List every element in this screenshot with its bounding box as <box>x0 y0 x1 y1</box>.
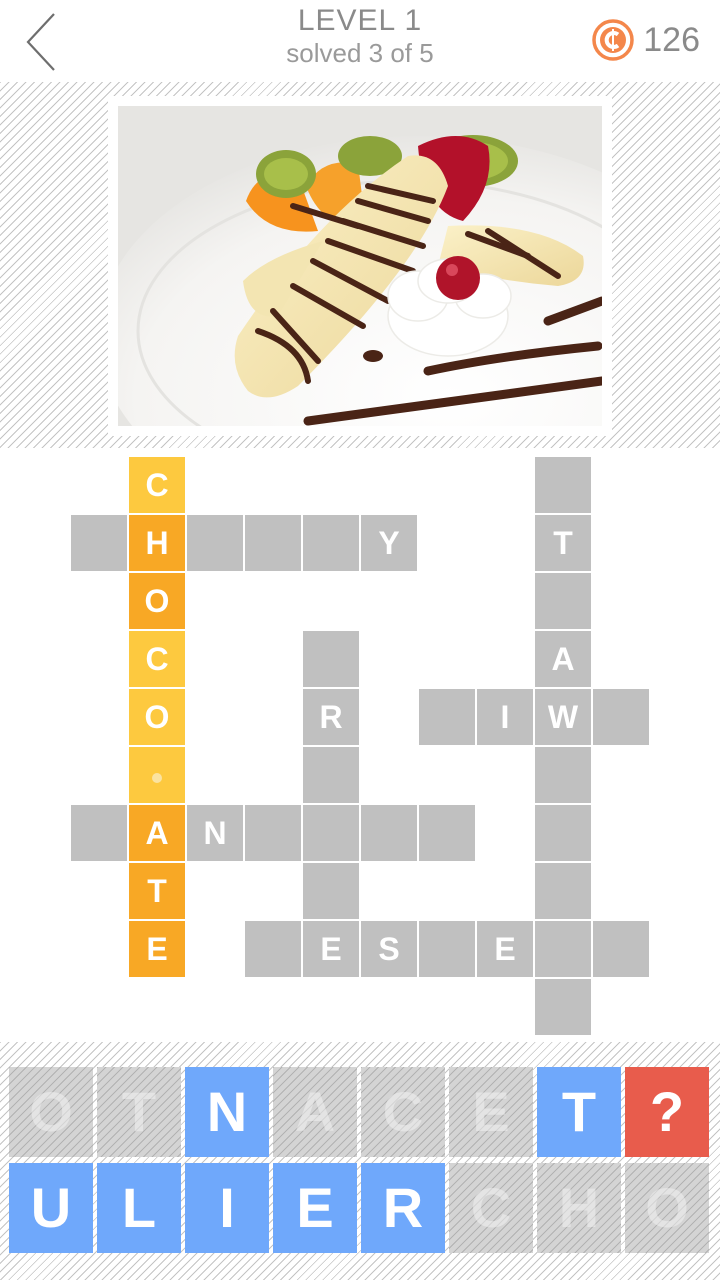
crossword-cell-r4-c7[interactable]: I <box>477 689 533 745</box>
cell-letter: T <box>147 873 167 909</box>
cursor-dot <box>152 772 162 783</box>
coin-balance[interactable]: 126 <box>591 16 700 64</box>
crossword-cell-r4-c8[interactable]: W <box>535 689 591 745</box>
cell-letter: E <box>494 931 516 967</box>
letter-tile[interactable]: A <box>273 1067 357 1157</box>
crossword-cell-r5-c8[interactable] <box>535 747 591 803</box>
crossword-cell-r8-c9[interactable] <box>593 921 649 977</box>
crossword-cell-r2-c1[interactable]: O <box>129 573 185 629</box>
cell-letter: I <box>500 699 510 735</box>
crossword-cell-r3-c4[interactable] <box>303 631 359 687</box>
cell-letter: T <box>553 525 573 561</box>
crossword-cell-r4-c4[interactable]: R <box>303 689 359 745</box>
letter-tile[interactable]: R <box>361 1163 445 1253</box>
crossword-cell-r6-c3[interactable] <box>245 805 301 861</box>
crossword-cell-r1-c0[interactable] <box>71 515 127 571</box>
letter-tile[interactable]: O <box>625 1163 709 1253</box>
letter-tile[interactable]: N <box>185 1067 269 1157</box>
crossword-cell-r3-c1[interactable]: C <box>129 631 185 687</box>
crossword-cell-r6-c4[interactable] <box>303 805 359 861</box>
cell-letter: O <box>144 699 170 735</box>
crossword-cell-r1-c2[interactable] <box>187 515 243 571</box>
cell-letter: R <box>319 699 343 735</box>
crossword-grid: CHOCOATEYTAWREINSE <box>0 448 720 1042</box>
crossword-cell-r6-c8[interactable] <box>535 805 591 861</box>
letter-tile[interactable]: C <box>449 1163 533 1253</box>
cell-letter: H <box>145 525 169 561</box>
crossword-cell-r7-c1[interactable]: T <box>129 863 185 919</box>
crossword-cell-r7-c4[interactable] <box>303 863 359 919</box>
dessert-photo <box>118 106 602 426</box>
letter-bank: O T N A C E T? U L I E R C H O <box>0 1042 720 1280</box>
letter-tile[interactable]: T <box>537 1067 621 1157</box>
crossword-cell-r8-c6[interactable] <box>419 921 475 977</box>
letter-tile[interactable]: U <box>9 1163 93 1253</box>
letter-tile[interactable]: H <box>537 1163 621 1253</box>
crossword-cell-r7-c8[interactable] <box>535 863 591 919</box>
crossword-cell-r5-c4[interactable] <box>303 747 359 803</box>
crossword-cell-r8-c5[interactable]: S <box>361 921 417 977</box>
crossword-cell-r4-c1[interactable]: O <box>129 689 185 745</box>
crossword-cell-r8-c1[interactable]: E <box>129 921 185 977</box>
crossword-cell-r1-c4[interactable] <box>303 515 359 571</box>
picture-area <box>0 82 720 448</box>
clue-picture[interactable] <box>118 106 602 426</box>
crossword-cell-r1-c1[interactable]: H <box>129 515 185 571</box>
cell-letter: O <box>144 583 170 619</box>
crossword-cell-r1-c8[interactable]: T <box>535 515 591 571</box>
crossword-cell-r1-c3[interactable] <box>245 515 301 571</box>
cell-letter: A <box>551 641 575 677</box>
crossword-cell-r1-c5[interactable]: Y <box>361 515 417 571</box>
letter-tile[interactable]: C <box>361 1067 445 1157</box>
crossword-cell-r9-c8[interactable] <box>535 979 591 1035</box>
crossword-cell-r8-c7[interactable]: E <box>477 921 533 977</box>
crossword-cell-r6-c2[interactable]: N <box>187 805 243 861</box>
crossword-cell-r4-c9[interactable] <box>593 689 649 745</box>
cell-letter: A <box>145 815 169 851</box>
crossword-cell-r2-c8[interactable] <box>535 573 591 629</box>
crossword-cell-r8-c8[interactable] <box>535 921 591 977</box>
cell-letter: C <box>145 467 169 503</box>
crossword-cell-r0-c8[interactable] <box>535 457 591 513</box>
letter-tile[interactable]: I <box>185 1163 269 1253</box>
cell-letter: N <box>203 815 227 851</box>
crossword-cell-r6-c0[interactable] <box>71 805 127 861</box>
letter-tile[interactable]: O <box>9 1067 93 1157</box>
crossword-cell-r4-c6[interactable] <box>419 689 475 745</box>
coin-icon <box>592 19 635 61</box>
cell-letter: E <box>320 931 342 967</box>
crossword-cell-r8-c3[interactable] <box>245 921 301 977</box>
crossword-cell-r8-c4[interactable]: E <box>303 921 359 977</box>
letter-tile[interactable]: L <box>97 1163 181 1253</box>
cell-letter: S <box>378 931 400 967</box>
letter-tile[interactable]: E <box>273 1163 357 1253</box>
crossword-cell-r6-c6[interactable] <box>419 805 475 861</box>
cell-letter: C <box>145 641 169 677</box>
letter-tile[interactable]: T <box>97 1067 181 1157</box>
crossword-cell-r5-c1[interactable] <box>129 747 185 803</box>
crossword-cell-r0-c1[interactable]: C <box>129 457 185 513</box>
cell-letter: W <box>547 699 579 735</box>
cell-letter: Y <box>378 525 400 561</box>
crossword-cell-r6-c5[interactable] <box>361 805 417 861</box>
picture-frame <box>108 96 612 436</box>
letter-tile[interactable]: E <box>449 1067 533 1157</box>
coin-count: 126 <box>643 20 700 59</box>
crossword-cell-r3-c8[interactable]: A <box>535 631 591 687</box>
cell-letter: E <box>146 931 168 967</box>
header: LEVEL 1 solved 3 of 5 126 <box>0 0 720 82</box>
hint-button[interactable]: ? <box>625 1067 709 1157</box>
crossword-cell-r6-c1[interactable]: A <box>129 805 185 861</box>
